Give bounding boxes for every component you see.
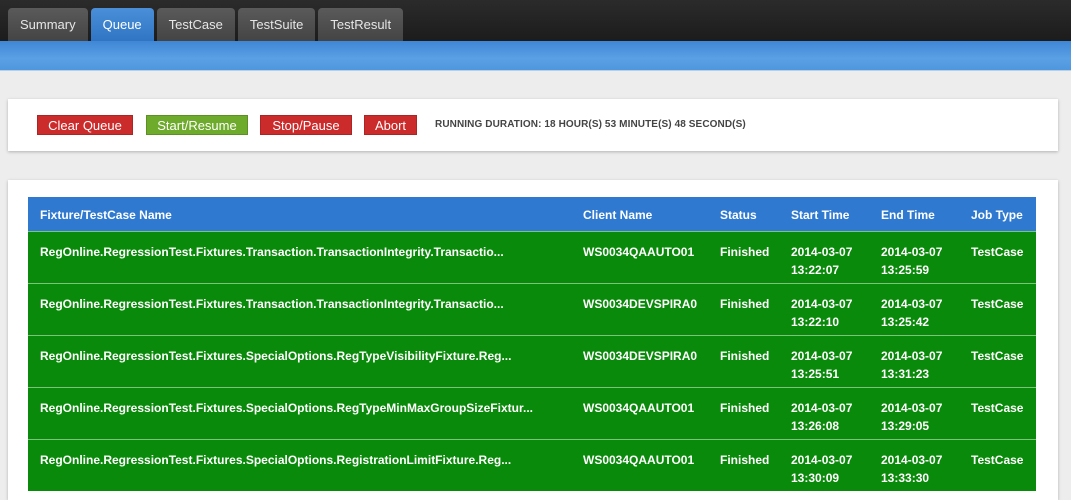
start-date: 2014-03-07 [791, 401, 853, 415]
start-clock: 13:26:08 [791, 419, 840, 433]
table-header: Fixture/TestCase Name Client Name Status… [28, 197, 1036, 231]
cell-status: Finished [720, 453, 770, 467]
running-duration: RUNNING DURATION: 18 HOUR(S) 53 MINUTE(S… [435, 119, 746, 130]
header-band [0, 41, 1071, 71]
queue-table-panel: Fixture/TestCase Name Client Name Status… [8, 180, 1058, 500]
cell-name: RegOnline.RegressionTest.Fixtures.Specia… [40, 453, 512, 467]
cell-status: Finished [720, 297, 770, 311]
cell-name: RegOnline.RegressionTest.Fixtures.Transa… [40, 297, 504, 311]
cell-end-time: 2014-03-07 13:25:42 [881, 295, 961, 331]
header-start-time[interactable]: Start Time [791, 208, 871, 222]
start-date: 2014-03-07 [791, 245, 853, 259]
abort-button[interactable]: Abort [364, 115, 417, 135]
start-resume-button[interactable]: Start/Resume [146, 115, 248, 135]
cell-job-type: TestCase [971, 297, 1024, 311]
table-row[interactable]: RegOnline.RegressionTest.Fixtures.Specia… [28, 335, 1036, 387]
table-row[interactable]: RegOnline.RegressionTest.Fixtures.Specia… [28, 387, 1036, 439]
table-row[interactable]: RegOnline.RegressionTest.Fixtures.Specia… [28, 439, 1036, 491]
end-clock: 13:29:05 [881, 419, 930, 433]
cell-client: WS0034QAAUTO01 [583, 245, 695, 259]
table-row[interactable]: RegOnline.RegressionTest.Fixtures.Transa… [28, 283, 1036, 335]
stop-pause-button[interactable]: Stop/Pause [260, 115, 352, 135]
tab-summary[interactable]: Summary [8, 8, 88, 41]
cell-status: Finished [720, 245, 770, 259]
cell-job-type: TestCase [971, 349, 1024, 363]
cell-status: Finished [720, 349, 770, 363]
cell-end-time: 2014-03-07 13:33:30 [881, 451, 961, 487]
cell-end-time: 2014-03-07 13:29:05 [881, 399, 961, 435]
cell-client: WS0034DEVSPIRA0 [583, 349, 698, 363]
end-clock: 13:25:42 [881, 315, 930, 329]
start-date: 2014-03-07 [791, 349, 853, 363]
cell-start-time: 2014-03-07 13:30:09 [791, 451, 871, 487]
end-clock: 13:25:59 [881, 263, 930, 277]
cell-client: WS0034QAAUTO01 [583, 453, 695, 467]
cell-job-type: TestCase [971, 453, 1024, 467]
top-tab-bar: Summary Queue TestCase TestSuite TestRes… [0, 0, 1071, 41]
start-clock: 13:30:09 [791, 471, 840, 485]
start-date: 2014-03-07 [791, 453, 853, 467]
cell-name: RegOnline.RegressionTest.Fixtures.Specia… [40, 349, 512, 363]
cell-status: Finished [720, 401, 770, 415]
cell-start-time: 2014-03-07 13:26:08 [791, 399, 871, 435]
tab-queue[interactable]: Queue [90, 8, 154, 41]
tab-testcase[interactable]: TestCase [156, 8, 235, 41]
cell-job-type: TestCase [971, 245, 1024, 259]
start-clock: 13:22:07 [791, 263, 840, 277]
header-end-time[interactable]: End Time [881, 208, 961, 222]
header-status[interactable]: Status [720, 208, 757, 222]
cell-client: WS0034QAAUTO01 [583, 401, 695, 415]
start-clock: 13:25:51 [791, 367, 840, 381]
tab-list: Summary Queue TestCase TestSuite TestRes… [8, 8, 404, 41]
header-name[interactable]: Fixture/TestCase Name [40, 208, 172, 222]
start-date: 2014-03-07 [791, 297, 853, 311]
end-date: 2014-03-07 [881, 297, 943, 311]
tab-testresult[interactable]: TestResult [318, 8, 404, 41]
end-date: 2014-03-07 [881, 453, 943, 467]
tab-testsuite[interactable]: TestSuite [237, 8, 316, 41]
table-row[interactable]: RegOnline.RegressionTest.Fixtures.Transa… [28, 231, 1036, 283]
cell-job-type: TestCase [971, 401, 1024, 415]
cell-end-time: 2014-03-07 13:25:59 [881, 243, 961, 279]
start-clock: 13:22:10 [791, 315, 840, 329]
header-client[interactable]: Client Name [583, 208, 652, 222]
cell-start-time: 2014-03-07 13:22:10 [791, 295, 871, 331]
cell-end-time: 2014-03-07 13:31:23 [881, 347, 961, 383]
end-clock: 13:33:30 [881, 471, 930, 485]
cell-client: WS0034DEVSPIRA0 [583, 297, 698, 311]
queue-table: Fixture/TestCase Name Client Name Status… [28, 197, 1036, 491]
end-date: 2014-03-07 [881, 245, 943, 259]
cell-name: RegOnline.RegressionTest.Fixtures.Specia… [40, 401, 533, 415]
cell-start-time: 2014-03-07 13:25:51 [791, 347, 871, 383]
end-clock: 13:31:23 [881, 367, 930, 381]
cell-start-time: 2014-03-07 13:22:07 [791, 243, 871, 279]
header-job-type[interactable]: Job Type [971, 208, 1023, 222]
queue-controls-panel: Clear Queue Start/Resume Stop/Pause Abor… [8, 99, 1058, 151]
cell-name: RegOnline.RegressionTest.Fixtures.Transa… [40, 245, 504, 259]
end-date: 2014-03-07 [881, 349, 943, 363]
end-date: 2014-03-07 [881, 401, 943, 415]
clear-queue-button[interactable]: Clear Queue [37, 115, 133, 135]
